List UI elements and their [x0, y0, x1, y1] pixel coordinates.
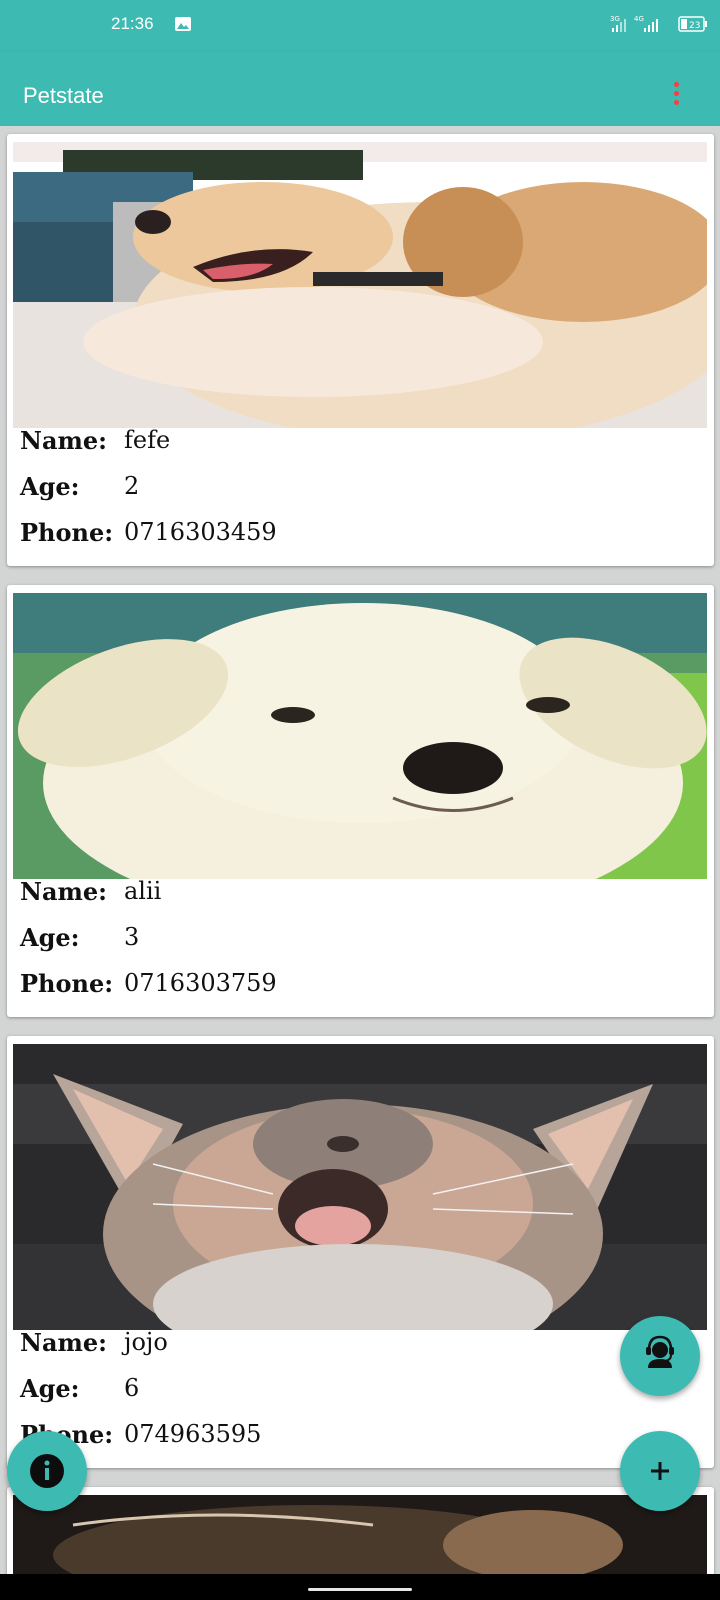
pet-age: 3: [124, 923, 140, 951]
support-button[interactable]: [620, 1316, 700, 1396]
name-label: Name:: [20, 877, 108, 906]
battery-level: 23: [689, 21, 700, 31]
age-label: Age:: [20, 472, 80, 501]
app-bar: Petstate: [0, 52, 720, 126]
pet-name: jojo: [124, 1328, 168, 1356]
svg-text:4G: 4G: [634, 15, 644, 23]
pet-phone: 0716303759: [124, 969, 277, 997]
pet-phone: 074963595: [124, 1420, 262, 1448]
add-icon: [651, 1462, 669, 1480]
home-gesture-handle[interactable]: [308, 1588, 412, 1591]
age-label: Age:: [20, 923, 80, 952]
pet-photo: [13, 593, 707, 879]
info-button[interactable]: [7, 1431, 87, 1511]
more-vert-icon[interactable]: [664, 82, 688, 114]
pet-list[interactable]: Name: fefe Age: 2 Phone: 0716303459 Name…: [0, 126, 720, 1574]
phone-label: Phone:: [20, 518, 114, 547]
pet-photo: [13, 1044, 707, 1330]
pet-age: 6: [124, 1374, 140, 1402]
name-label: Name:: [20, 1328, 108, 1357]
status-bar: 21:36 3G 4G 23: [0, 0, 720, 52]
pet-card[interactable]: Name: alii Age: 3 Phone: 0716303759: [7, 585, 714, 1017]
svg-text:3G: 3G: [610, 15, 620, 23]
pet-photo: [13, 1495, 707, 1574]
app-title: Petstate: [23, 83, 104, 108]
support-agent-icon: [646, 1335, 674, 1368]
pet-name: alii: [124, 877, 162, 905]
add-pet-button[interactable]: [620, 1431, 700, 1511]
pet-name: fefe: [124, 426, 171, 454]
pet-card[interactable]: [7, 1487, 714, 1574]
pet-photo: [13, 142, 707, 428]
pet-phone: 0716303459: [124, 518, 277, 546]
name-label: Name:: [20, 426, 108, 455]
nav-bar: [0, 1574, 720, 1600]
status-time: 21:36: [111, 14, 154, 33]
signal-icon: 3G 4G: [610, 15, 658, 32]
age-label: Age:: [20, 1374, 80, 1403]
gallery-icon: [175, 17, 191, 31]
pet-card[interactable]: Name: jojo Age: 6 Phone: 074963595: [7, 1036, 714, 1468]
battery-icon: 23: [678, 16, 707, 32]
info-icon: [30, 1454, 64, 1488]
pet-card[interactable]: Name: fefe Age: 2 Phone: 0716303459: [7, 134, 714, 566]
pet-age: 2: [124, 472, 140, 500]
phone-label: Phone:: [20, 969, 114, 998]
